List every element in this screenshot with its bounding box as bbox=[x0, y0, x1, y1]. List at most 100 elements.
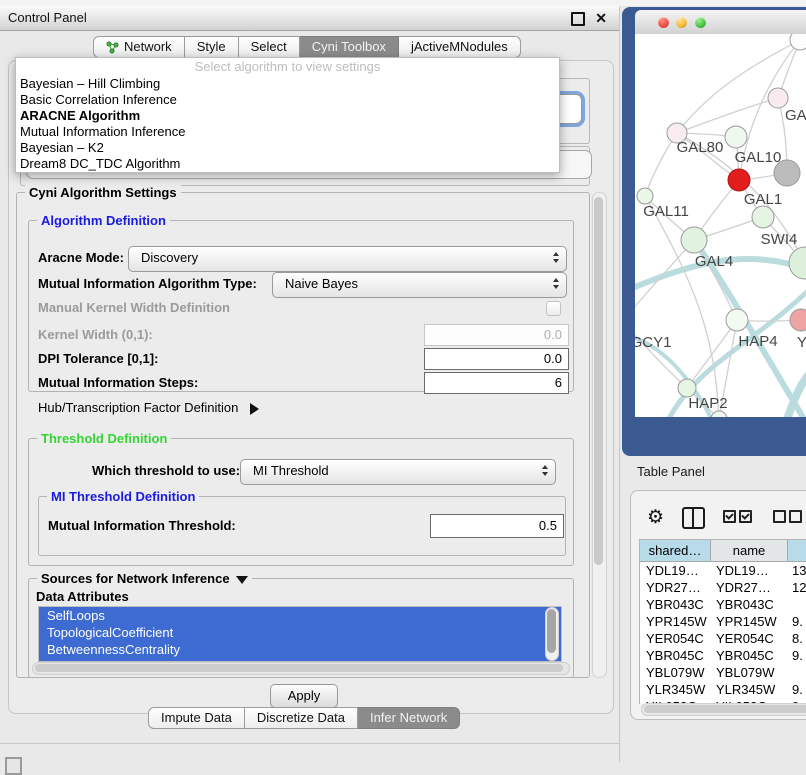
sources-group-title[interactable]: Sources for Network Inference bbox=[37, 571, 252, 586]
aracne-mode-combo[interactable]: Discovery bbox=[128, 246, 567, 272]
table-row[interactable]: YPR145WYPR145W9. bbox=[640, 613, 806, 630]
mi-threshold-label: Mutual Information Threshold: bbox=[48, 514, 236, 538]
table-cell: YLR345W bbox=[640, 681, 710, 698]
dpi-tolerance-field[interactable]: 0.0 bbox=[424, 348, 569, 370]
network-node-gal4[interactable] bbox=[681, 227, 707, 253]
table-cell: YDL19… bbox=[640, 562, 710, 579]
control-panel-tab-bar: Network Style Select Cyni Toolbox jActiv… bbox=[93, 36, 521, 58]
algorithm-option-basic-correlation-inference[interactable]: Basic Correlation Inference bbox=[16, 92, 559, 108]
select-all-checkboxes-icon[interactable] bbox=[723, 510, 755, 526]
tab-jactivemnodules[interactable]: jActiveMNodules bbox=[399, 36, 521, 58]
algorithm-option-dream8-dc-tdc[interactable]: Dream8 DC_TDC Algorithm bbox=[16, 156, 559, 172]
control-panel-window: Control Panel ✕ Network Style Select Cyn… bbox=[0, 6, 620, 762]
manual-kernel-width-checkbox[interactable] bbox=[546, 301, 561, 316]
control-panel-titlebar[interactable]: Control Panel ✕ bbox=[0, 6, 619, 31]
gear-icon[interactable]: ⚙ bbox=[647, 508, 664, 528]
node-label: HAP2 bbox=[688, 395, 727, 412]
sources-hscrollbar[interactable] bbox=[32, 662, 570, 675]
table-cell: 9. bbox=[786, 681, 806, 698]
network-node-gal[interactable] bbox=[768, 88, 788, 108]
column-header-partial[interactable]: A bbox=[788, 540, 806, 562]
network-node-gal10[interactable] bbox=[725, 126, 747, 148]
tab-label: Impute Data bbox=[161, 708, 232, 728]
split-columns-icon[interactable] bbox=[682, 507, 705, 529]
attribute-item-topologicalcoefficient[interactable]: TopologicalCoefficient bbox=[39, 624, 561, 641]
table-row[interactable]: YER054CYER054C8. bbox=[640, 630, 806, 647]
table-hscrollbar[interactable] bbox=[641, 703, 806, 716]
table-row[interactable]: YDR27…YDR27…12 bbox=[640, 579, 806, 596]
tab-network[interactable]: Network bbox=[93, 36, 185, 58]
combo-arrows-icon bbox=[553, 252, 559, 263]
collapse-arrow-icon bbox=[236, 576, 248, 584]
tab-label: Network bbox=[124, 37, 172, 57]
tab-select[interactable]: Select bbox=[239, 36, 300, 58]
algorithm-option-mutual-information-inference[interactable]: Mutual Information Inference bbox=[16, 124, 559, 140]
network-node[interactable] bbox=[790, 34, 806, 50]
tab-cyni-toolbox[interactable]: Cyni Toolbox bbox=[300, 36, 399, 58]
table-row[interactable]: YBR043CYBR043C bbox=[640, 596, 806, 613]
network-window-titlebar[interactable] bbox=[635, 10, 806, 36]
tab-discretize-data[interactable]: Discretize Data bbox=[245, 707, 358, 729]
network-node-hap4[interactable] bbox=[726, 309, 748, 331]
hub-definition-expander[interactable]: Hub/Transcription Factor Definition bbox=[38, 400, 259, 415]
table-header-row: shared…nameA bbox=[640, 540, 806, 562]
tab-label: Infer Network bbox=[370, 708, 447, 728]
mi-steps-field[interactable]: 6 bbox=[424, 372, 569, 394]
settings-group-title: Cyni Algorithm Settings bbox=[25, 185, 181, 200]
mi-steps-label: Mutual Information Steps: bbox=[38, 372, 198, 394]
network-node[interactable] bbox=[728, 169, 750, 191]
which-threshold-combo[interactable]: MI Threshold bbox=[240, 459, 556, 485]
table-row[interactable]: YBR045CYBR045C9. bbox=[640, 647, 806, 664]
table-hscrollbar-thumb[interactable] bbox=[644, 705, 806, 713]
column-header-name[interactable]: name bbox=[711, 540, 788, 562]
attribute-item-betweennesscentrality[interactable]: BetweennessCentrality bbox=[39, 641, 561, 658]
apply-button[interactable]: Apply bbox=[270, 684, 338, 708]
network-graph: GALGAL80GAL10GAL1SWI4GAL11GAL4GCY1HAP4YH… bbox=[635, 34, 806, 417]
algorithm-definition-title: Algorithm Definition bbox=[37, 213, 170, 228]
data-attributes-list[interactable]: SelfLoops TopologicalCoefficient Between… bbox=[38, 606, 562, 662]
algorithm-option-bayesian-hill-climbing[interactable]: Bayesian – Hill Climbing bbox=[16, 76, 559, 92]
kernel-width-label: Kernel Width (0,1): bbox=[38, 324, 153, 346]
tab-style[interactable]: Style bbox=[185, 36, 239, 58]
table-cell: YBR045C bbox=[640, 647, 710, 664]
deselect-checkboxes-icon[interactable] bbox=[773, 510, 805, 526]
table-cell: YER054C bbox=[640, 630, 710, 647]
algorithm-option-aracne-algorithm[interactable]: ARACNE Algorithm bbox=[16, 108, 559, 124]
which-threshold-value: MI Threshold bbox=[253, 463, 329, 478]
dock-panel-icon[interactable] bbox=[5, 757, 22, 775]
float-window-icon[interactable] bbox=[571, 12, 585, 26]
node-label: GCY1 bbox=[635, 334, 671, 351]
table-row[interactable]: YDL19…YDL19…13 bbox=[640, 562, 806, 579]
algorithm-option-bayesian-k2[interactable]: Bayesian – K2 bbox=[16, 140, 559, 156]
sources-hscrollbar-thumb[interactable] bbox=[35, 664, 563, 672]
settings-scrollbar[interactable] bbox=[592, 192, 607, 678]
node-table[interactable]: shared…nameA YDL19…YDL19…13YDR27…YDR27…1… bbox=[639, 539, 806, 704]
node-label: GAL1 bbox=[744, 191, 782, 208]
network-node-gal11[interactable] bbox=[637, 188, 653, 204]
network-node-gal1[interactable] bbox=[752, 206, 774, 228]
tab-infer-network[interactable]: Infer Network bbox=[358, 707, 460, 729]
settings-scrollbar-thumb[interactable] bbox=[594, 197, 603, 565]
network-node-swi4[interactable] bbox=[789, 247, 806, 279]
close-traffic-light-icon[interactable] bbox=[658, 17, 669, 28]
table-row[interactable]: YLR345WYLR345W9. bbox=[640, 681, 806, 698]
network-node[interactable] bbox=[774, 160, 800, 186]
column-header-shared[interactable]: shared… bbox=[640, 540, 711, 562]
manual-kernel-width-label: Manual Kernel Width Definition bbox=[38, 300, 230, 316]
attributes-scrollbar[interactable] bbox=[545, 607, 559, 661]
zoom-traffic-light-icon[interactable] bbox=[695, 17, 706, 28]
table-cell bbox=[786, 596, 806, 613]
mi-algorithm-type-combo[interactable]: Naive Bayes bbox=[272, 272, 567, 298]
tab-label: Style bbox=[197, 37, 226, 57]
tab-impute-data[interactable]: Impute Data bbox=[148, 707, 245, 729]
mi-threshold-field[interactable]: 0.5 bbox=[430, 514, 564, 538]
close-icon[interactable]: ✕ bbox=[595, 6, 607, 30]
minimize-traffic-light-icon[interactable] bbox=[676, 17, 687, 28]
attribute-item-selfloops[interactable]: SelfLoops bbox=[39, 607, 561, 624]
table-row[interactable]: YBL079WYBL079W bbox=[640, 664, 806, 681]
network-node-y[interactable] bbox=[790, 309, 806, 331]
attributes-scrollbar-thumb[interactable] bbox=[547, 609, 556, 653]
kernel-width-field[interactable]: 0.0 bbox=[424, 324, 569, 346]
network-icon bbox=[106, 41, 119, 54]
network-canvas[interactable]: GALGAL80GAL10GAL1SWI4GAL11GAL4GCY1HAP4YH… bbox=[635, 34, 806, 417]
